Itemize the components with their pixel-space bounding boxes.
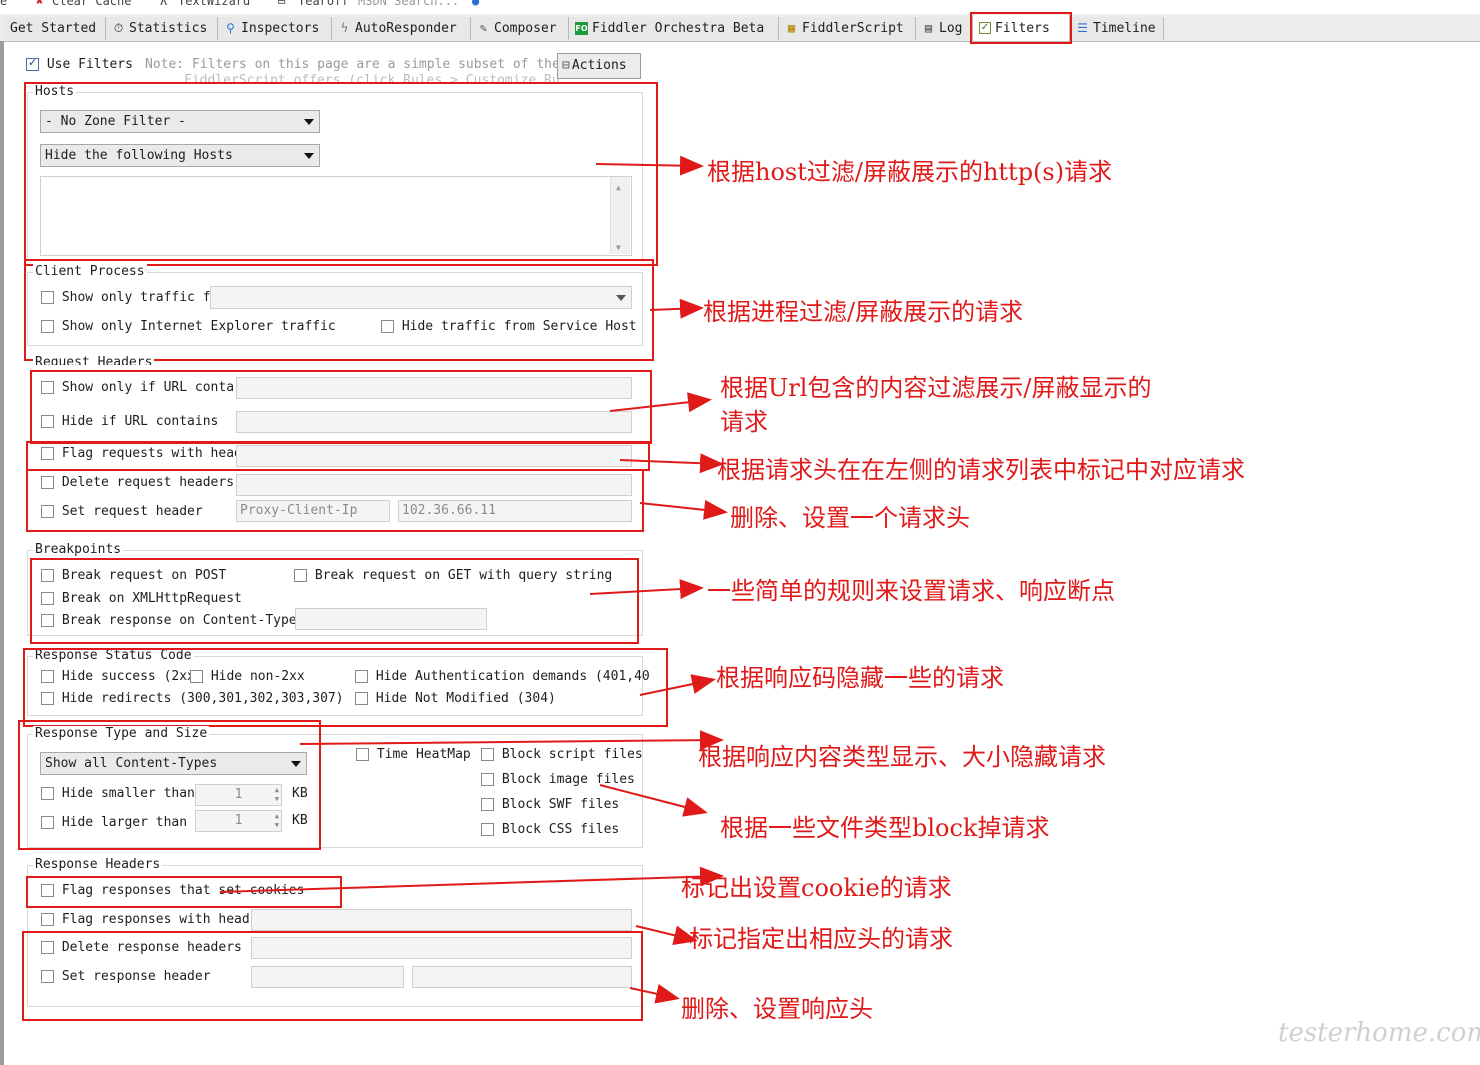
note-cookie: 标记出设置cookie的请求 xyxy=(681,874,952,902)
note-flag-request: 根据请求头在在左侧的请求列表中标记中对应请求 xyxy=(717,456,1245,484)
arrow-hosts xyxy=(595,155,704,176)
note-set-response: 删除、设置响应头 xyxy=(681,995,873,1023)
arrow-set-response xyxy=(629,983,680,1004)
arrow-process xyxy=(649,298,704,319)
arrow-type-size xyxy=(299,730,724,751)
arrow-block xyxy=(599,784,708,817)
arrow-breakpoints xyxy=(589,579,704,600)
note-resp-head: 标记指定出相应头的请求 xyxy=(689,925,953,953)
watermark: testerhome.com xyxy=(1278,1018,1480,1048)
arrow-resp-head xyxy=(635,925,698,946)
arrow-set-request xyxy=(639,499,728,520)
note-url-line2: 请求 xyxy=(720,408,768,436)
arrow-cookie xyxy=(219,866,724,893)
note-set-request: 删除、设置一个请求头 xyxy=(730,504,970,532)
arrow-flag-request xyxy=(619,453,724,474)
note-url-line1: 根据Url包含的内容过滤展示/屏蔽显示的 xyxy=(720,374,1152,402)
note-hosts: 根据host过滤/屏蔽展示的http(s)请求 xyxy=(707,158,1113,186)
note-process: 根据进程过滤/屏蔽展示的请求 xyxy=(703,298,1024,326)
note-block: 根据一些文件类型block掉请求 xyxy=(720,814,1050,842)
note-type-size: 根据响应内容类型显示、大小隐藏请求 xyxy=(698,743,1106,771)
arrow-url xyxy=(609,392,712,413)
arrow-status xyxy=(639,674,716,696)
note-breakpoints: 一些简单的规则来设置请求、响应断点 xyxy=(707,577,1115,605)
note-status: 根据响应码隐藏一些的请求 xyxy=(716,664,1004,692)
